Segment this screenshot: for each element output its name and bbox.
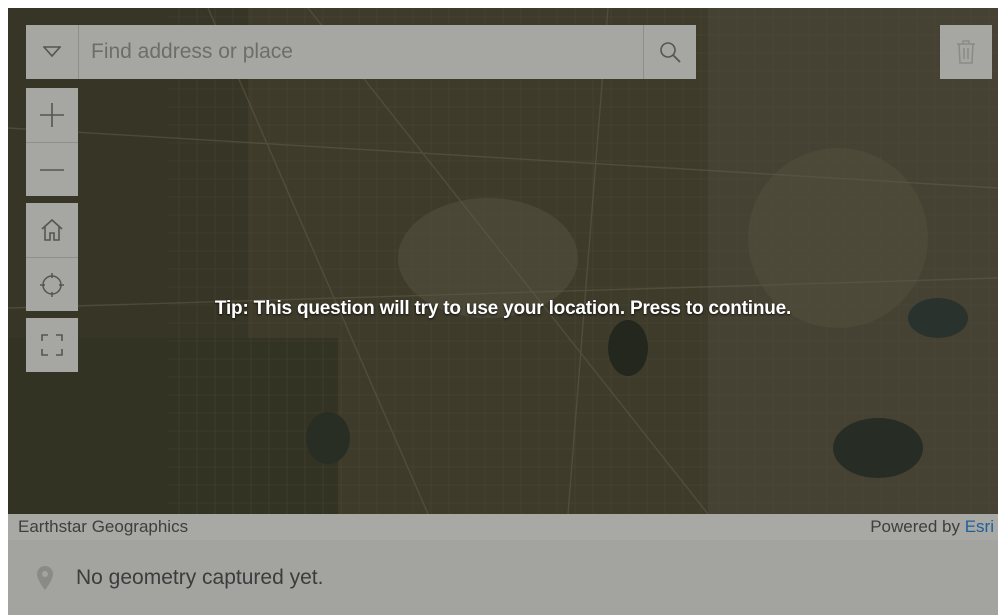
map-attribution: Earthstar Geographics Powered by Esri: [8, 514, 998, 540]
delete-geometry-button[interactable]: [940, 25, 992, 79]
map-widget: Tip: This question will try to use your …: [8, 8, 998, 615]
search-button[interactable]: [643, 25, 696, 79]
search-input[interactable]: [79, 25, 643, 79]
search-source-toggle[interactable]: [26, 25, 79, 79]
fullscreen-button[interactable]: [26, 318, 78, 372]
fullscreen-icon: [41, 334, 63, 356]
zoom-in-button[interactable]: [26, 88, 78, 142]
powered-by: Powered by Esri: [870, 517, 994, 537]
powered-by-label: Powered by: [870, 517, 965, 536]
minus-icon: [40, 169, 64, 171]
home-button[interactable]: [26, 203, 78, 257]
geometry-status-bar: No geometry captured yet.: [8, 540, 998, 615]
attribution-source: Earthstar Geographics: [18, 517, 189, 536]
map-pin-icon: [37, 565, 53, 590]
home-icon: [41, 218, 63, 241]
navigation-controls: [26, 203, 78, 311]
geometry-status-message: No geometry captured yet.: [76, 565, 324, 589]
search-icon: [660, 42, 681, 63]
crosshair-icon: [40, 273, 64, 297]
zoom-controls: [26, 88, 78, 196]
plus-icon: [40, 103, 64, 127]
search-widget: [26, 25, 696, 79]
zoom-out-button[interactable]: [26, 142, 78, 197]
locate-button[interactable]: [26, 257, 78, 312]
map-dim-overlay[interactable]: [8, 8, 998, 514]
esri-link[interactable]: Esri: [965, 517, 994, 536]
trash-icon: [957, 40, 975, 64]
location-tip[interactable]: Tip: This question will try to use your …: [8, 298, 998, 320]
map-view[interactable]: Tip: This question will try to use your …: [8, 8, 998, 514]
chevron-down-icon: [43, 46, 61, 58]
